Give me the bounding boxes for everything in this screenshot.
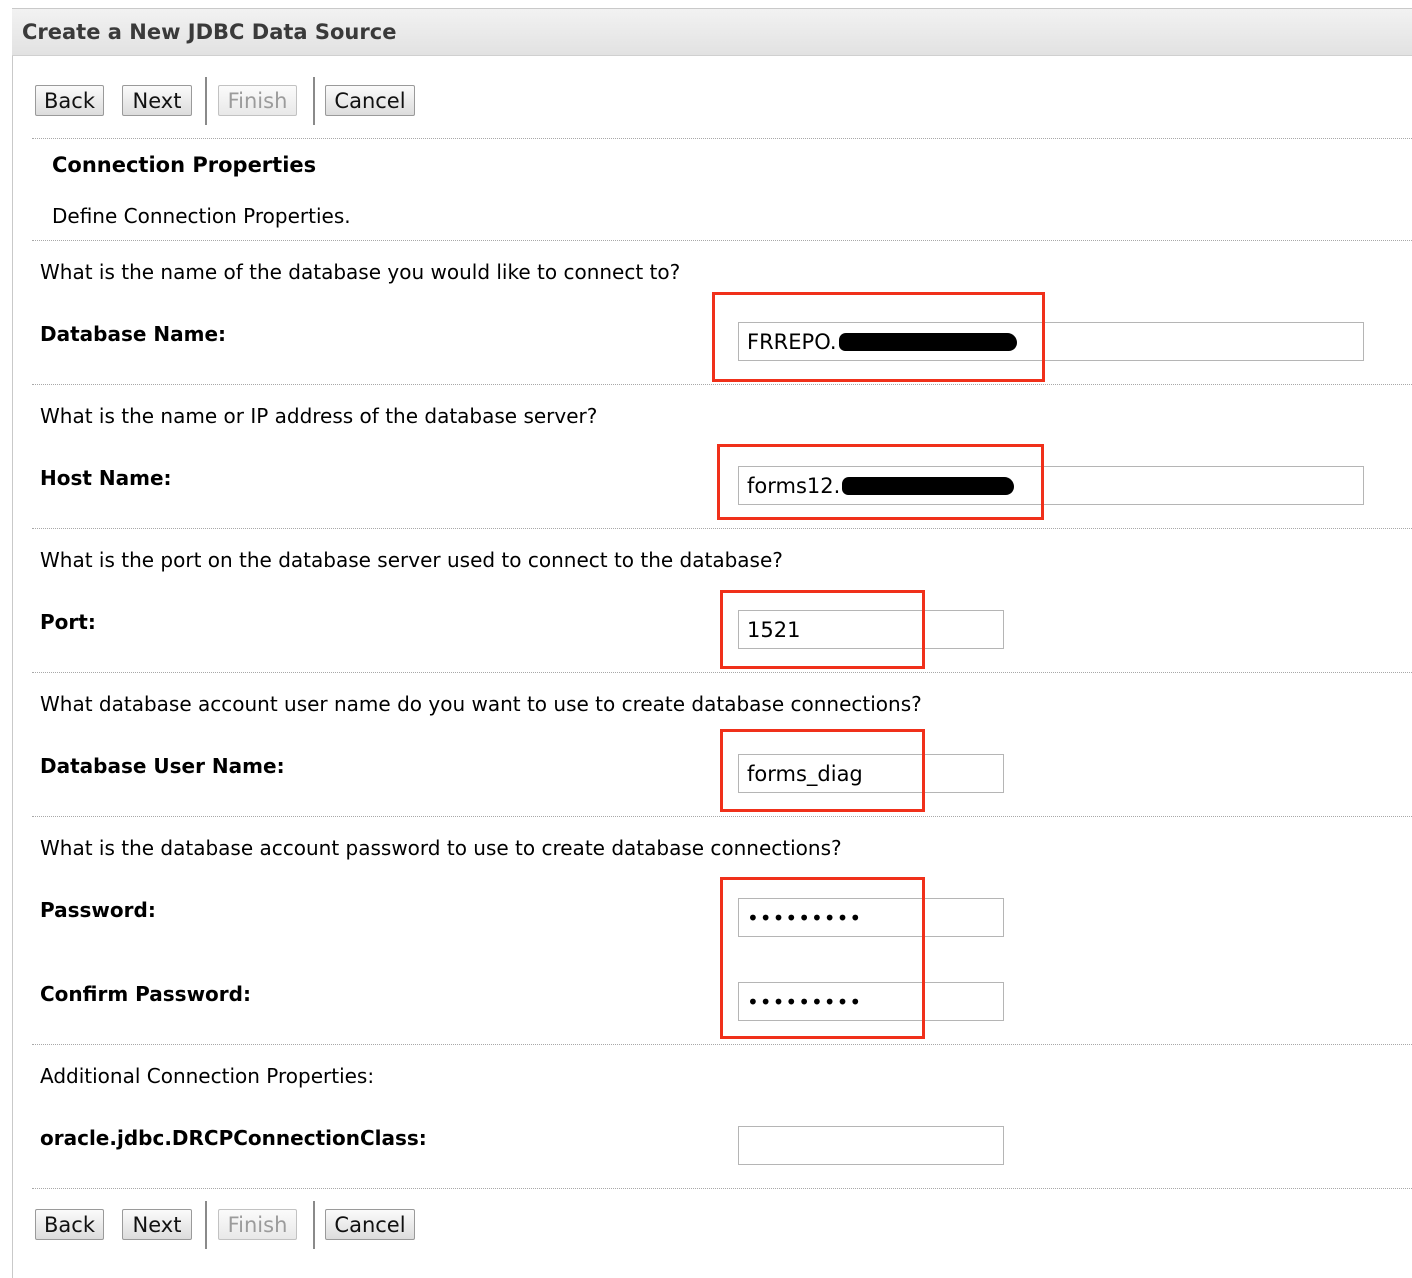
port-label: Port: bbox=[40, 610, 96, 634]
additional-properties-heading: Additional Connection Properties: bbox=[40, 1064, 375, 1088]
section-title: Connection Properties bbox=[52, 153, 317, 177]
cancel-button[interactable]: Cancel bbox=[325, 1209, 415, 1240]
host-name-label: Host Name: bbox=[40, 466, 172, 490]
finish-button[interactable]: Finish bbox=[218, 1209, 297, 1240]
drcp-connection-class-input[interactable] bbox=[738, 1126, 1004, 1165]
divider bbox=[32, 1044, 1412, 1045]
port-question: What is the port on the database server … bbox=[40, 548, 783, 572]
next-button[interactable]: Next bbox=[122, 1209, 192, 1240]
divider bbox=[32, 240, 1412, 241]
database-name-label: Database Name: bbox=[40, 322, 227, 346]
user-name-question: What database account user name do you w… bbox=[40, 692, 922, 716]
divider bbox=[32, 138, 1412, 139]
button-separator bbox=[313, 77, 315, 125]
drcp-connection-class-label: oracle.jdbc.DRCPConnectionClass: bbox=[40, 1126, 427, 1150]
user-name-label: Database User Name: bbox=[40, 754, 285, 778]
next-button[interactable]: Next bbox=[122, 85, 192, 116]
finish-button[interactable]: Finish bbox=[218, 85, 297, 116]
divider bbox=[32, 816, 1412, 817]
highlight-box bbox=[720, 729, 925, 812]
password-label: Password: bbox=[40, 898, 156, 922]
section-description: Define Connection Properties. bbox=[52, 204, 351, 228]
cancel-button[interactable]: Cancel bbox=[325, 85, 415, 116]
confirm-password-label: Confirm Password: bbox=[40, 982, 251, 1006]
host-name-question: What is the name or IP address of the da… bbox=[40, 404, 598, 428]
page-title: Create a New JDBC Data Source bbox=[22, 20, 397, 44]
highlight-box bbox=[712, 292, 1045, 382]
back-button[interactable]: Back bbox=[35, 85, 104, 116]
button-separator bbox=[205, 77, 207, 125]
button-separator bbox=[313, 1201, 315, 1249]
divider bbox=[32, 672, 1412, 673]
back-button[interactable]: Back bbox=[35, 1209, 104, 1240]
database-name-question: What is the name of the database you wou… bbox=[40, 260, 681, 284]
button-separator bbox=[205, 1201, 207, 1249]
password-question: What is the database account password to… bbox=[40, 836, 842, 860]
divider bbox=[32, 528, 1412, 529]
title-bar: Create a New JDBC Data Source bbox=[12, 8, 1412, 56]
highlight-box bbox=[720, 590, 925, 669]
highlight-box bbox=[720, 877, 925, 1039]
highlight-box bbox=[717, 444, 1044, 520]
divider bbox=[32, 1188, 1412, 1189]
divider bbox=[32, 384, 1412, 385]
